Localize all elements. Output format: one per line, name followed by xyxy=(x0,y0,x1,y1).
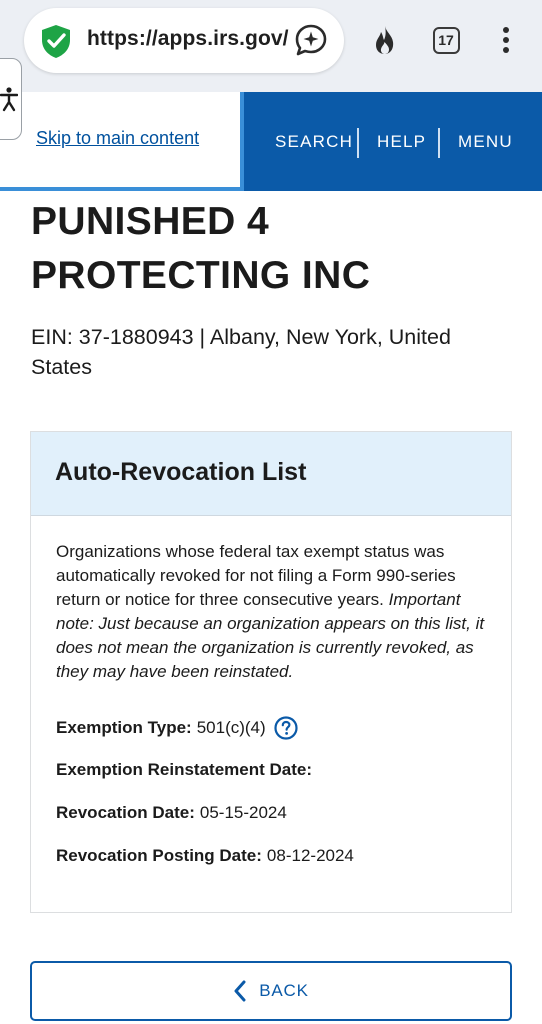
page-title: PUNISHED 4 PROTECTING INC xyxy=(31,195,511,303)
revocation-date-label: Revocation Date: xyxy=(56,803,195,822)
exemption-type-label: Exemption Type: xyxy=(56,718,192,737)
accessibility-tab[interactable] xyxy=(0,58,22,140)
nav-menu[interactable]: MENU xyxy=(458,132,513,152)
posting-date-row: Revocation Posting Date: 08-12-2024 xyxy=(56,846,354,866)
org-ein-location: EIN: 37-1880943 | Albany, New York, Unit… xyxy=(31,325,451,379)
address-bar[interactable]: https://apps.irs.gov/ xyxy=(24,8,344,73)
nav-search[interactable]: SEARCH xyxy=(275,132,353,152)
org-name-line2: PROTECTING INC xyxy=(31,254,371,297)
exemption-type-value: 501(c)(4) xyxy=(196,718,266,737)
shield-check-icon[interactable] xyxy=(38,23,74,59)
reinstatement-date-label: Exemption Reinstatement Date: xyxy=(56,760,312,779)
revocation-date-value: 05-15-2024 xyxy=(199,803,287,822)
revocation-date-row: Revocation Date: 05-15-2024 xyxy=(56,803,287,823)
help-icon[interactable] xyxy=(274,716,298,740)
reinstatement-date-row: Exemption Reinstatement Date: xyxy=(56,760,317,780)
site-nav: SEARCH HELP MENU xyxy=(244,92,542,191)
nav-divider xyxy=(357,128,359,158)
nav-help[interactable]: HELP xyxy=(377,132,426,152)
auto-revocation-card: Auto-Revocation List Organizations whose… xyxy=(30,431,512,913)
card-title: Auto-Revocation List xyxy=(55,458,307,486)
accessibility-icon xyxy=(0,87,18,112)
tab-count: 17 xyxy=(432,26,460,54)
ai-sparkle-icon[interactable] xyxy=(294,23,328,57)
overflow-menu-icon[interactable] xyxy=(488,22,524,58)
browser-toolbar: https://apps.irs.gov/ 17 xyxy=(0,0,542,92)
posting-date-label: Revocation Posting Date: xyxy=(56,846,262,865)
posting-date-value: 08-12-2024 xyxy=(266,846,354,865)
card-header: Auto-Revocation List xyxy=(31,432,511,516)
nav-divider xyxy=(438,128,440,158)
tab-switcher-icon[interactable]: 17 xyxy=(428,22,464,58)
back-button-label: BACK xyxy=(259,981,309,1000)
skip-link-bar: Skip to main content xyxy=(0,92,244,191)
card-description: Organizations whose federal tax exempt s… xyxy=(56,540,496,684)
flame-icon[interactable] xyxy=(367,22,403,58)
url-text[interactable]: https://apps.irs.gov/ xyxy=(87,27,305,55)
exemption-type-row: Exemption Type: 501(c)(4) xyxy=(56,716,298,740)
org-name-line1: PUNISHED 4 xyxy=(31,200,270,243)
chevron-left-icon xyxy=(234,980,246,1002)
skip-to-main-link[interactable]: Skip to main content xyxy=(36,128,199,149)
back-button[interactable]: BACK xyxy=(30,961,512,1021)
